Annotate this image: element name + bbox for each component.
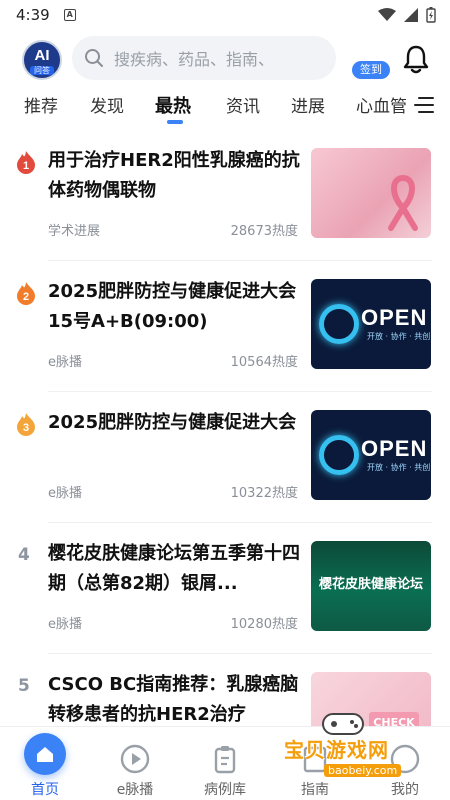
- item-heat: 10564热度: [230, 355, 298, 370]
- open-tagline: 开放 · 协作 · 共创: [367, 332, 431, 341]
- signin-button[interactable]: 签到: [352, 61, 390, 79]
- pink-ribbon-icon: [388, 175, 418, 231]
- item-source: e脉播: [48, 355, 82, 370]
- site-watermark: 宝贝游戏网 baobeiy.com: [276, 713, 446, 790]
- rank-number: 5: [18, 676, 30, 696]
- tab-hottest[interactable]: 最热: [155, 92, 191, 118]
- svg-text:1: 1: [23, 160, 29, 172]
- svg-text:2: 2: [23, 291, 29, 303]
- nav-label: 病例库: [204, 782, 246, 798]
- rank-number: 4: [18, 545, 30, 565]
- tab-active-indicator: [167, 120, 183, 124]
- wifi-icon: [378, 8, 396, 21]
- menu-icon[interactable]: [414, 96, 434, 114]
- watermark-text: 宝贝游戏网: [284, 738, 389, 762]
- item-title: 樱花皮肤健康论坛第五季第十四期（总第82期）银屑...: [48, 543, 300, 594]
- tab-discover[interactable]: 发现: [90, 92, 124, 117]
- ai-logo-subtitle: 问答: [30, 66, 54, 75]
- status-bar: 4:39 A: [0, 0, 450, 30]
- thumbnail-caption: CHECK: [369, 712, 419, 726]
- list-item[interactable]: 3 2025肥胖防控与健康促进大会 e脉播 10322热度 OPEN 开放 · …: [0, 392, 450, 523]
- open-ring-logo: [319, 435, 359, 475]
- item-title: 用于治疗HER2阳性乳腺癌的抗体药物偶联物: [48, 150, 300, 201]
- nav-live[interactable]: e脉播: [90, 727, 180, 800]
- item-thumbnail: 樱花皮肤健康论坛: [311, 541, 431, 631]
- item-source: e脉播: [48, 617, 82, 632]
- item-thumbnail: OPEN 开放 · 协作 · 共创: [311, 279, 431, 369]
- open-tagline: 开放 · 协作 · 共创: [367, 463, 431, 472]
- tab-progress[interactable]: 进展: [291, 92, 325, 117]
- open-ring-logo: [319, 304, 359, 344]
- ai-qa-button[interactable]: AI 问答: [22, 40, 62, 80]
- tab-news[interactable]: 资讯: [226, 92, 260, 117]
- item-source: e脉播: [48, 486, 82, 501]
- clipboard-icon: [214, 746, 236, 774]
- list-item[interactable]: 2 2025肥胖防控与健康促进大会 15号A+B(09:00) e脉播 1056…: [0, 261, 450, 392]
- item-title: 2025肥胖防控与健康促进大会 15号A+B(09:00): [48, 281, 297, 332]
- search-placeholder: 搜疾病、药品、指南、: [114, 50, 275, 69]
- nav-cases[interactable]: 病例库: [180, 727, 270, 800]
- open-word: OPEN: [361, 436, 428, 461]
- rank-flame-icon: 1: [17, 151, 35, 174]
- item-source: 学术进展: [48, 224, 101, 239]
- category-tabs: 推荐 发现 最热 资讯 进展 心血管: [0, 90, 450, 126]
- notification-icon: A: [63, 9, 76, 21]
- item-heat: 28673热度: [230, 224, 298, 239]
- item-heat: 10280热度: [230, 617, 298, 632]
- search-input[interactable]: 搜疾病、药品、指南、: [72, 36, 336, 80]
- signal-icon: [404, 8, 418, 22]
- home-icon: [24, 733, 66, 775]
- bell-icon[interactable]: [402, 44, 430, 74]
- item-heat: 10322热度: [230, 486, 298, 501]
- nav-home[interactable]: 首页: [0, 727, 90, 800]
- item-title: CSCO BC指南推荐：乳腺癌脑转移患者的抗HER2治疗: [48, 674, 299, 725]
- list-item[interactable]: 1 用于治疗HER2阳性乳腺癌的抗体药物偶联物 学术进展 28673热度: [0, 130, 450, 261]
- rank-flame-icon: 3: [17, 413, 35, 436]
- nav-label: e脉播: [116, 782, 154, 798]
- ai-logo-title: AI: [34, 47, 50, 64]
- hot-feed-list: 1 用于治疗HER2阳性乳腺癌的抗体药物偶联物 学术进展 28673热度 2 2…: [0, 130, 450, 726]
- watermark-url: baobeiy.com: [324, 764, 402, 777]
- rank-flame-icon: 2: [17, 282, 35, 305]
- item-title: 2025肥胖防控与健康促进大会: [48, 412, 297, 433]
- thumbnail-caption: 樱花皮肤健康论坛: [318, 577, 423, 592]
- list-item[interactable]: 5 CSCO BC指南推荐：乳腺癌脑转移患者的抗HER2治疗 CHECK: [0, 654, 450, 726]
- play-icon: [120, 744, 150, 774]
- tab-cardiovascular[interactable]: 心血管: [356, 92, 407, 117]
- status-time: 4:39: [16, 6, 50, 24]
- nav-label: 首页: [31, 782, 59, 798]
- item-thumbnail: OPEN 开放 · 协作 · 共创: [311, 410, 431, 500]
- tab-recommend[interactable]: 推荐: [24, 92, 58, 117]
- open-word: OPEN: [361, 305, 428, 330]
- list-item[interactable]: 4 樱花皮肤健康论坛第五季第十四期（总第82期）银屑... e脉播 10280热…: [0, 523, 450, 654]
- top-bar: AI 问答 搜疾病、药品、指南、 签到: [0, 34, 450, 84]
- battery-icon: [426, 7, 436, 23]
- svg-text:3: 3: [23, 422, 29, 434]
- item-thumbnail: [311, 148, 431, 238]
- search-icon: [85, 49, 103, 67]
